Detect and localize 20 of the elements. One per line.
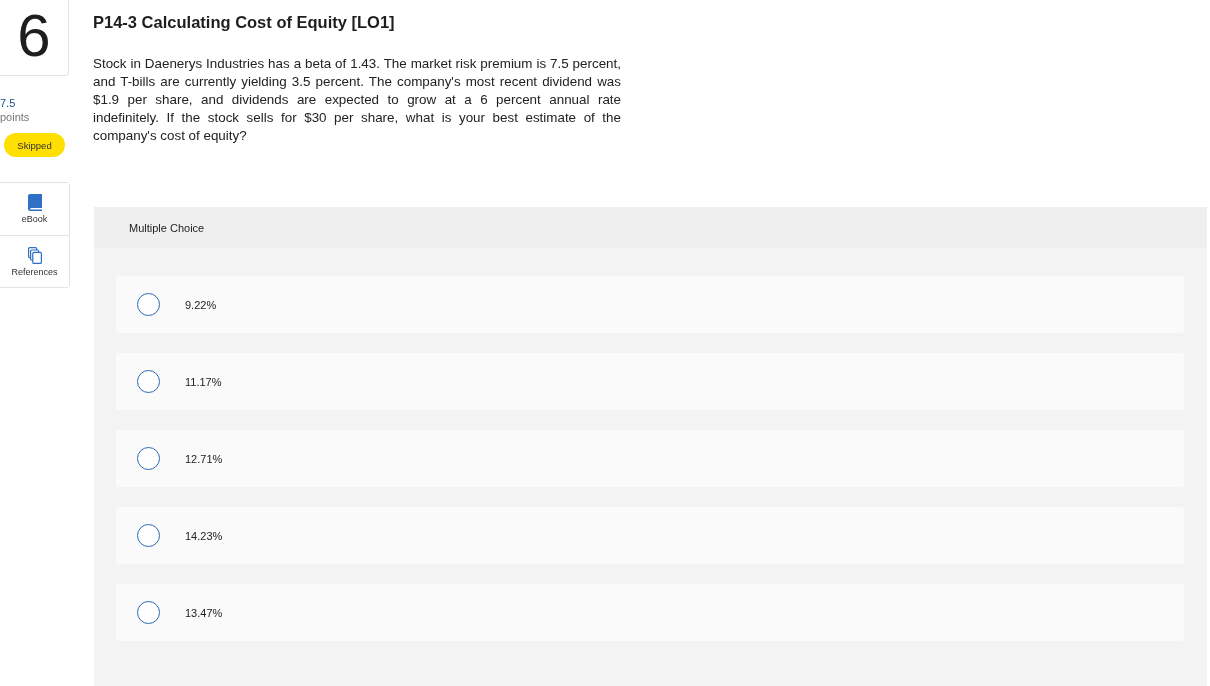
choice-label: 11.17% bbox=[185, 375, 222, 388]
radio-button[interactable] bbox=[137, 524, 160, 547]
points-label: points bbox=[0, 110, 31, 124]
book-icon bbox=[27, 194, 42, 211]
status-badge: Skipped bbox=[4, 133, 65, 157]
radio-button[interactable] bbox=[137, 447, 160, 470]
copies-icon bbox=[27, 246, 42, 264]
problem-title: P14-3 Calculating Cost of Equity [LO1] bbox=[93, 12, 396, 32]
points-value: 7.5 bbox=[0, 96, 17, 110]
radio-button[interactable] bbox=[137, 370, 160, 393]
choice-label: 12.71% bbox=[185, 452, 223, 465]
problem-text: Stock in Daenerys Industries has a beta of 1.43. The market risk premium is 7.5 percent, and T-bills are currently yielding 3.5 percent. The company's most recent dividend was $1.9 per share, and dividends are expected to grow at a 6 percent annual rate indefinitely. If the stock sells for $30 per share, what is your best estimate of the company's cost of equity? bbox=[93, 55, 621, 145]
choice-label: 14.23% bbox=[185, 529, 223, 542]
references-button[interactable]: References bbox=[0, 235, 69, 287]
answer-type-header: Multiple Choice bbox=[94, 207, 1207, 248]
choice-label: 13.47% bbox=[185, 606, 223, 619]
radio-button[interactable] bbox=[137, 601, 160, 624]
question-number: 6 bbox=[0, 0, 69, 76]
radio-button[interactable] bbox=[137, 293, 160, 316]
choice-label: 9.22% bbox=[185, 298, 217, 311]
